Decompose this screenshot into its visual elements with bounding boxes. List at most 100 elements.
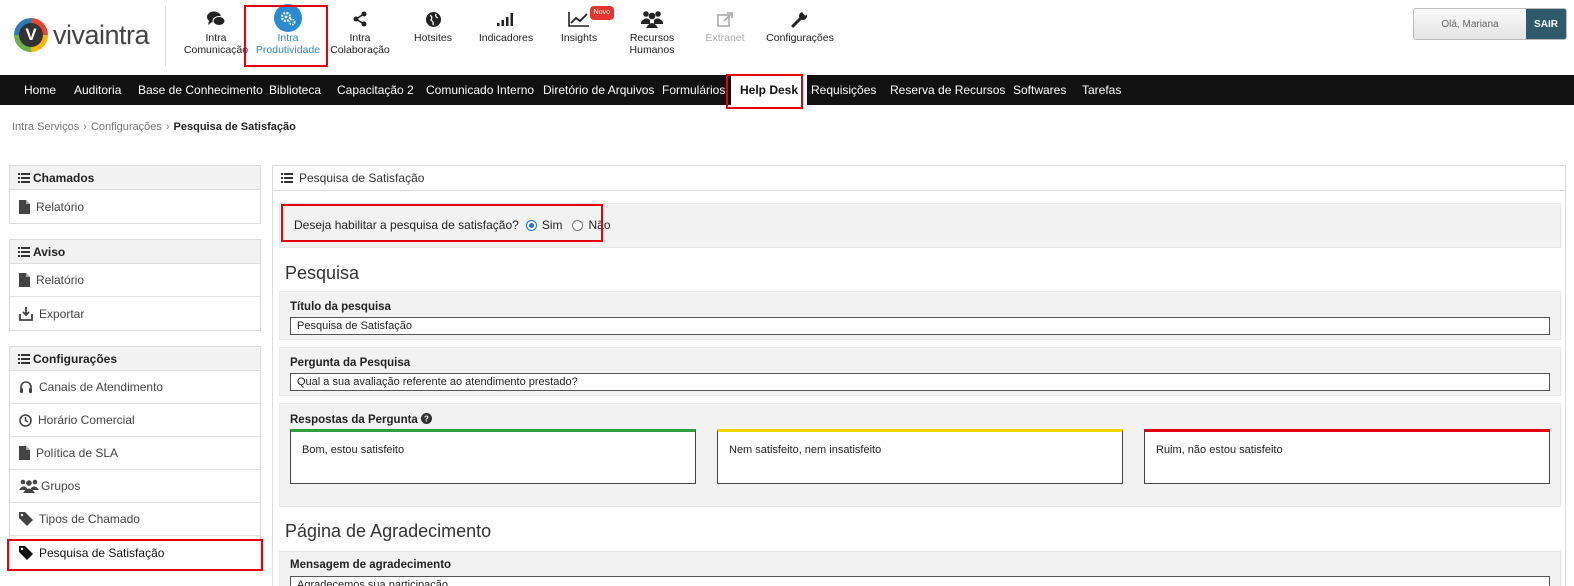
pergunta-input[interactable]: Qual a sua avaliação referente ao atendi… bbox=[290, 373, 1550, 391]
list-icon bbox=[18, 353, 30, 364]
list-icon bbox=[18, 246, 30, 257]
sidebar-item-label: Relatório bbox=[36, 273, 85, 287]
sidebar-panel-header: Configurações bbox=[10, 347, 260, 371]
enable-survey-row: Deseja habilitar a pesquisa de satisfaçã… bbox=[294, 218, 611, 232]
headset-icon bbox=[20, 381, 32, 393]
answer-bad[interactable]: Ruim, não estou satisfeito bbox=[1144, 429, 1550, 484]
chat-bubbles-icon bbox=[207, 11, 226, 26]
respostas-label-text: Respostas da Pergunta bbox=[290, 414, 418, 426]
nav-formularios[interactable]: Formulários bbox=[662, 75, 725, 105]
svg-text:?: ? bbox=[424, 415, 429, 424]
radio-sim[interactable] bbox=[525, 219, 537, 231]
vivaintra-logo[interactable]: V vivaintra bbox=[14, 18, 150, 52]
radio-nao-label[interactable]: Não bbox=[588, 218, 610, 232]
nav-comunicado-interno[interactable]: Comunicado Interno bbox=[426, 75, 534, 105]
sidebar-item-label: Horário Comercial bbox=[38, 413, 135, 427]
nav-base-de-conhecimento[interactable]: Base de Conhecimento bbox=[138, 75, 263, 105]
radio-nao[interactable] bbox=[572, 219, 584, 231]
module-label-line2: Colaboração bbox=[330, 44, 390, 56]
module-hotsites[interactable]: Hotsites bbox=[395, 6, 471, 66]
sidebar-item-label: Canais de Atendimento bbox=[39, 380, 164, 394]
module-intra-produtividade[interactable]: Intra Produtividade bbox=[250, 4, 326, 66]
module-label-line1: Configurações bbox=[766, 32, 834, 44]
nav-biblioteca[interactable]: Biblioteca bbox=[269, 75, 321, 105]
wrench-icon bbox=[791, 11, 807, 28]
form-block-respostas: Respostas da Pergunta ? Bom, estou satis… bbox=[279, 403, 1561, 507]
breadcrumb-item-intra-servicos[interactable]: Intra Serviços bbox=[12, 121, 79, 133]
sidebar-item-pesquisa-de-satisfacao[interactable]: Pesquisa de Satisfação bbox=[10, 536, 260, 569]
active-module-circle bbox=[274, 4, 302, 32]
nav-auditoria[interactable]: Auditoria bbox=[74, 75, 121, 105]
logo-text: vivaintra bbox=[53, 19, 150, 50]
sidebar-panel-title: Chamados bbox=[33, 170, 95, 185]
sidebar-item-politica-de-sla[interactable]: Política de SLA bbox=[10, 437, 260, 470]
module-intra-comunicacao[interactable]: Intra Comunicação bbox=[178, 6, 254, 66]
nav-softwares[interactable]: Softwares bbox=[1013, 75, 1066, 105]
tag-icon bbox=[19, 545, 33, 560]
nav-requisicoes[interactable]: Requisições bbox=[811, 75, 876, 105]
radio-sim-label[interactable]: Sim bbox=[542, 218, 563, 232]
main-panel-header: Pesquisa de Satisfação bbox=[273, 166, 1565, 191]
mensagem-label: Mensagem de agradecimento bbox=[290, 559, 452, 571]
module-label-line1: Intra bbox=[349, 32, 371, 44]
answer-good[interactable]: Bom, estou satisfeito bbox=[290, 429, 696, 484]
tag-icon bbox=[19, 512, 33, 526]
module-recursos-humanos[interactable]: Recursos Humanos bbox=[614, 6, 690, 66]
form-block-pergunta: Pergunta da Pesquisa Qual a sua avaliaçã… bbox=[279, 347, 1561, 396]
nav-diretorio-de-arquivos[interactable]: Diretório de Arquivos bbox=[543, 75, 654, 105]
enable-survey-box: Deseja habilitar a pesquisa de satisfaçã… bbox=[279, 203, 1561, 248]
new-badge: Novo bbox=[589, 6, 614, 20]
sidebar-item-aviso-relatorio[interactable]: Relatório bbox=[10, 264, 260, 297]
document-icon bbox=[19, 199, 30, 214]
line-chart-icon bbox=[568, 12, 589, 27]
titulo-input[interactable]: Pesquisa de Satisfação bbox=[290, 317, 1550, 335]
nav-help-desk[interactable]: Help Desk bbox=[731, 75, 808, 105]
respostas-label: Respostas da Pergunta ? bbox=[290, 413, 433, 426]
user-greeting[interactable]: Olá, Mariana bbox=[1414, 9, 1526, 39]
sidebar-panel-header: Aviso bbox=[10, 240, 260, 264]
enable-survey-question: Deseja habilitar a pesquisa de satisfaçã… bbox=[294, 218, 519, 232]
breadcrumb-item-configuracoes[interactable]: Configurações bbox=[91, 121, 162, 133]
nav-tarefas[interactable]: Tarefas bbox=[1082, 75, 1121, 105]
module-indicadores[interactable]: Indicadores bbox=[468, 6, 544, 66]
main-panel: Pesquisa de Satisfação Deseja habilitar … bbox=[272, 165, 1566, 586]
module-label-line1: Hotsites bbox=[414, 32, 452, 44]
sidebar-panel-chamados: Chamados Relatório bbox=[9, 165, 261, 224]
people-group-icon bbox=[641, 11, 663, 28]
sidebar-item-chamados-relatorio[interactable]: Relatório bbox=[10, 190, 260, 223]
clock-icon bbox=[19, 413, 32, 427]
sidebar-item-label: Política de SLA bbox=[36, 446, 119, 460]
module-label-line1: Indicadores bbox=[478, 32, 534, 44]
sidebar-item-horario-comercial[interactable]: Horário Comercial bbox=[10, 404, 260, 437]
gears-icon bbox=[280, 11, 296, 26]
nav-capacitacao-2[interactable]: Capacitação 2 bbox=[337, 75, 414, 105]
module-label-line1: Intra bbox=[205, 32, 227, 44]
breadcrumb: Intra Serviços › Configurações › Pesquisa de… bbox=[12, 121, 296, 133]
pergunta-label: Pergunta da Pesquisa bbox=[290, 357, 411, 369]
module-insights[interactable]: Novo Insights bbox=[541, 6, 617, 66]
sidebar-panel-aviso: Aviso Relatório Exportar bbox=[9, 239, 261, 331]
sidebar-panel-title: Configurações bbox=[33, 351, 118, 366]
sidebar-item-label: Pesquisa de Satisfação bbox=[39, 545, 165, 560]
nav-reserva-de-recursos[interactable]: Reserva de Recursos bbox=[890, 75, 1005, 105]
titulo-label: Título da pesquisa bbox=[290, 301, 391, 313]
module-intra-colaboracao[interactable]: Intra Colaboração bbox=[322, 6, 398, 66]
sidebar-item-aviso-exportar[interactable]: Exportar bbox=[10, 297, 260, 330]
top-header: V vivaintra Intra Comunicação Intra Prod… bbox=[0, 0, 1574, 75]
sidebar-item-canais-de-atendimento[interactable]: Canais de Atendimento bbox=[10, 371, 260, 404]
chevron-right-icon: › bbox=[165, 121, 170, 133]
form-block-mensagem: Mensagem de agradecimento Agradecemos su… bbox=[279, 551, 1561, 586]
sidebar-item-grupos[interactable]: Grupos bbox=[10, 470, 260, 503]
sidebar-item-tipos-de-chamado[interactable]: Tipos de Chamado bbox=[10, 503, 260, 536]
help-circle-icon[interactable]: ? bbox=[421, 413, 433, 424]
nav-home[interactable]: Home bbox=[24, 75, 56, 105]
module-configuracoes[interactable]: Configurações bbox=[762, 6, 838, 66]
list-icon bbox=[18, 172, 30, 183]
mensagem-input[interactable]: Agradecemos sua participação bbox=[290, 576, 1550, 586]
answer-neutral[interactable]: Nem satisfeito, nem insatisfeito bbox=[717, 429, 1123, 484]
sidebar-item-label: Grupos bbox=[41, 479, 81, 493]
module-label-line2: Humanos bbox=[629, 44, 675, 56]
main-navbar: Home Auditoria Base de Conhecimento Bibl… bbox=[0, 75, 1574, 105]
logout-button[interactable]: SAIR bbox=[1526, 9, 1566, 39]
signal-bars-icon bbox=[497, 13, 513, 26]
